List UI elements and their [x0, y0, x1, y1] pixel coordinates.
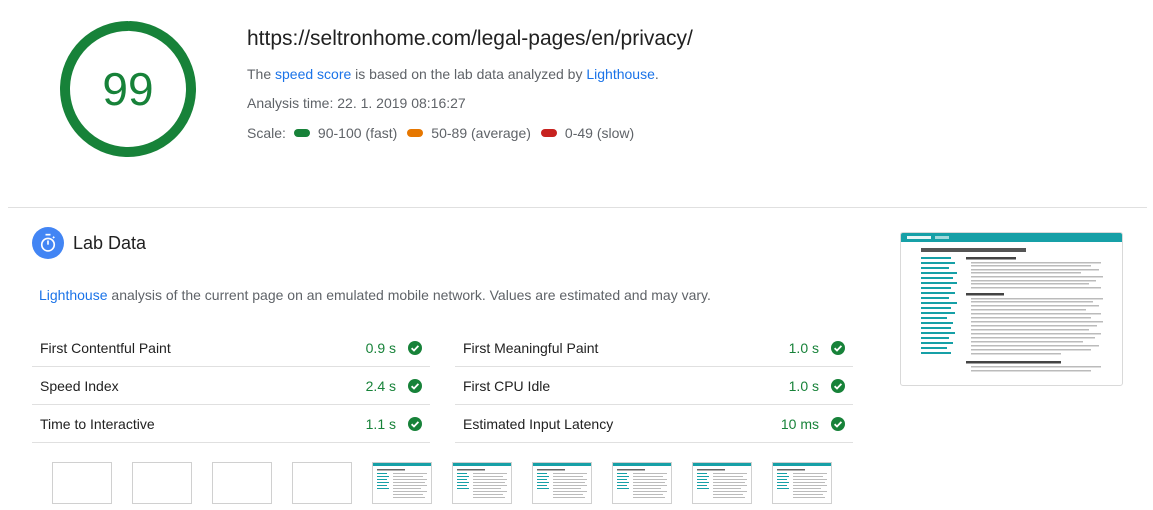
metric-value: 1.0 s [789, 378, 853, 394]
lab-desc-text: analysis of the current page on an emula… [107, 287, 711, 303]
metric-number: 2.4 s [365, 377, 396, 394]
metric-number: 1.1 s [365, 415, 396, 432]
metrics-left-column: First Contentful Paint 0.9 s Speed Index… [32, 329, 430, 443]
score-description: The speed score is based on the lab data… [247, 66, 659, 82]
metric-value: 1.0 s [789, 340, 853, 356]
lab-data-description: Lighthouse analysis of the current page … [39, 287, 711, 303]
average-pill-icon [407, 129, 424, 137]
filmstrip-frame-page [532, 462, 592, 504]
fast-pill-icon [293, 129, 310, 137]
desc-prefix: The [247, 66, 276, 82]
lab-lighthouse-link[interactable]: Lighthouse [39, 287, 108, 303]
score-gauge: 99 [58, 19, 198, 159]
metric-row: Time to Interactive 1.1 s [32, 405, 430, 443]
filmstrip-frame-page [612, 462, 672, 504]
metric-row: First Contentful Paint 0.9 s [32, 329, 430, 367]
filmstrip [52, 462, 852, 504]
desc-suffix: . [654, 66, 659, 82]
desc-middle: is based on the lab data analyzed by [351, 66, 587, 82]
metric-label: Estimated Input Latency [463, 415, 614, 432]
scale-average: 50-89 (average) [407, 125, 531, 141]
metric-row: First Meaningful Paint 1.0 s [455, 329, 853, 367]
metric-value: 1.1 s [366, 416, 430, 432]
check-circle-icon [408, 416, 422, 431]
filmstrip-frame-blank [132, 462, 192, 504]
metric-label: Time to Interactive [40, 415, 155, 432]
filmstrip-frame-page [452, 462, 512, 504]
lighthouse-link[interactable]: Lighthouse [586, 66, 655, 82]
scale-label: Scale: [247, 125, 286, 141]
metric-number: 1.0 s [788, 377, 819, 394]
speed-score-link[interactable]: speed score [275, 66, 351, 82]
check-circle-icon [831, 340, 845, 355]
check-circle-icon [831, 416, 845, 431]
check-circle-icon [831, 378, 845, 393]
metric-number: 10 ms [780, 415, 819, 432]
filmstrip-frame-page [692, 462, 752, 504]
metric-label: First Contentful Paint [40, 339, 171, 356]
check-circle-icon [408, 378, 422, 393]
filmstrip-frame-blank [52, 462, 112, 504]
metric-value: 10 ms [781, 416, 853, 432]
filmstrip-frame-page [772, 462, 832, 504]
metric-number: 0.9 s [365, 339, 396, 356]
score-scale: Scale: 90-100 (fast) 50-89 (average) 0-4… [247, 125, 644, 141]
metric-value: 2.4 s [366, 378, 430, 394]
analysis-time: Analysis time: 22. 1. 2019 08:16:27 [247, 95, 466, 111]
filmstrip-frame-page [372, 462, 432, 504]
metric-label: Speed Index [40, 377, 119, 394]
slow-pill-icon [540, 129, 557, 137]
metrics-right-column: First Meaningful Paint 1.0 s First CPU I… [455, 329, 853, 443]
metric-number: 1.0 s [788, 339, 819, 356]
metric-label: First CPU Idle [463, 377, 551, 394]
filmstrip-frame-blank [292, 462, 352, 504]
metric-value: 0.9 s [366, 340, 430, 356]
scale-slow: 0-49 (slow) [540, 125, 635, 141]
page-url: https://seltronhome.com/legal-pages/en/p… [247, 27, 693, 50]
check-circle-icon [408, 340, 422, 355]
metric-row: First CPU Idle 1.0 s [455, 367, 853, 405]
filmstrip-frame-blank [212, 462, 272, 504]
section-divider [8, 207, 1147, 208]
scale-average-label: 50-89 (average) [431, 125, 531, 141]
lab-data-header: Lab Data [32, 227, 146, 259]
scale-fast: 90-100 (fast) [293, 125, 398, 141]
score-value: 99 [102, 63, 154, 115]
metric-row: Speed Index 2.4 s [32, 367, 430, 405]
metric-label: First Meaningful Paint [463, 339, 599, 356]
page-preview-image [901, 233, 1122, 372]
metric-row: Estimated Input Latency 10 ms [455, 405, 853, 443]
scale-slow-label: 0-49 (slow) [564, 125, 635, 141]
stopwatch-icon [32, 227, 64, 259]
lab-data-title: Lab Data [73, 232, 147, 253]
final-screenshot [900, 232, 1123, 386]
scale-fast-label: 90-100 (fast) [317, 125, 398, 141]
